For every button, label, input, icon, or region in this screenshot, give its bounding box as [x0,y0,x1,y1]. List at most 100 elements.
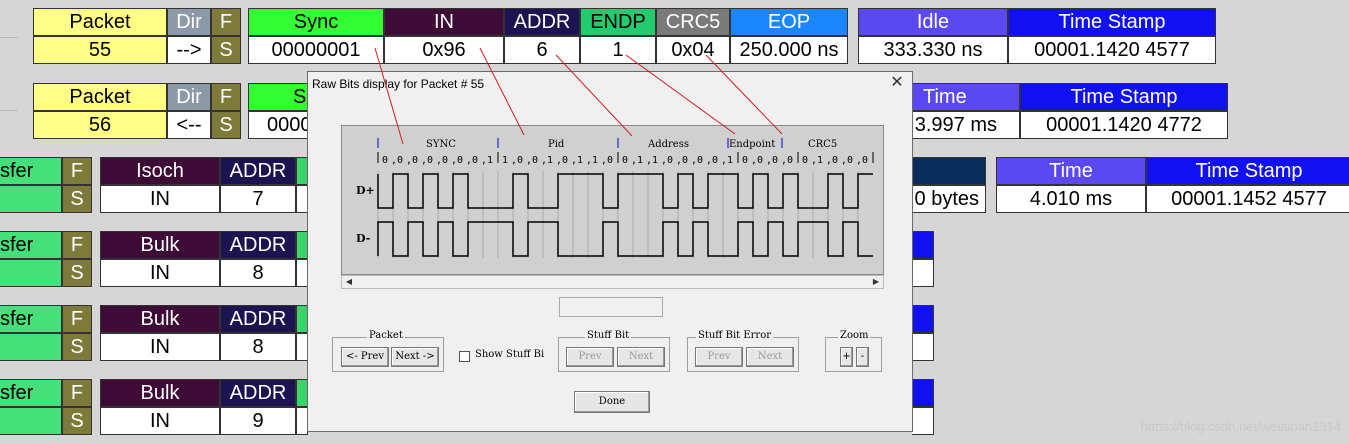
direction-value: IN [100,333,220,361]
bit-label: ,0 [856,155,868,166]
sync-value: 00000001 [248,36,384,64]
bit-label: ,0 [526,155,538,166]
speed-value: S [62,185,92,213]
bit-label: ,0 [436,155,448,166]
dplus-label: D+ [356,184,375,197]
bit-label: 0 [802,155,808,166]
bit-label: ,0 [841,155,853,166]
header-f: F [62,379,92,407]
stuff-bit-error-label: Stuff Bit Error [696,330,773,341]
field-pid: Pid [548,139,565,150]
bit-label: ,0 [511,155,523,166]
header-addr: ADDR [220,305,296,333]
header-packet: Packet [33,83,167,111]
field-endpoint: Endpoint [729,139,775,150]
timestamp-value: 00001.1420 4577 [1008,36,1216,64]
transfer-cell [0,333,62,361]
bit-label: ,0 [466,155,478,166]
speed-value: S [62,407,92,435]
header-packet: Packet [33,8,167,36]
bit-label: ,0 [706,155,718,166]
bit-label: ,0 [556,155,568,166]
done-button[interactable]: Done [574,391,650,413]
header-sync: Sync [248,8,384,36]
error-next-button[interactable]: Next [746,347,794,367]
sync-value: 0000 [248,111,308,139]
header-time: Time [996,157,1146,185]
field-address: Address [647,139,689,150]
header-timestamp: Time Stamp [1146,157,1349,185]
header-isoch: Isoch [100,157,220,185]
time-value: 3.997 ms [900,111,1020,139]
pid-value: 0x96 [384,36,504,64]
packet-number: 56 [33,111,167,139]
timestamp-value: 00001.1452 4577 [1146,185,1349,213]
crc5-value: 0x04 [656,36,730,64]
header-bulk: Bulk [100,231,220,259]
header-f: F [62,157,92,185]
header-timestamp-edge [912,305,934,333]
stuff-prev-button[interactable]: Prev [566,347,614,367]
direction-value: IN [100,259,220,287]
error-prev-button[interactable]: Prev [695,347,743,367]
bit-label: ,0 [826,155,838,166]
stuff-bit-group-label: Stuff Bit [585,330,632,341]
bit-label: ,0 [451,155,463,166]
speed-value: S [211,36,241,64]
dplus-trace [377,173,873,209]
bit-labels: 0,0,0,0,0,0,0,1 1,0,0,1,0,1,1,0 0,1,1,0,0,… [382,155,868,166]
eop-value: 250.000 ns [730,36,848,64]
zoom-group: Zoom + - [825,330,882,372]
stuff-next-button[interactable]: Next [617,347,665,367]
bit-label: ,0 [406,155,418,166]
bit-label: ,0 [421,155,433,166]
dir-value: --> [167,36,211,64]
bit-label: ,1 [571,155,583,166]
header-addr: ADDR [504,8,580,36]
close-icon[interactable]: ✕ [888,74,906,92]
bit-label: ,1 [721,155,733,166]
show-stuff-bits-checkbox[interactable] [459,351,470,362]
bit-label: 0 [622,155,628,166]
next-packet-button[interactable]: Next -> [391,347,439,367]
direction-value: IN [100,185,220,213]
bit-label: 0 [742,155,748,166]
header-transfer: sfer [0,305,62,333]
header-timestamp-edge [912,231,934,259]
header-timestamp: Time Stamp [1020,83,1228,111]
bit-label: ,0 [676,155,688,166]
dminus-label: D- [356,232,370,245]
speed-value: S [62,333,92,361]
bit-label: 1 [502,155,508,166]
raw-bits-dialog[interactable]: Raw Bits display for Packet # 55 ✕ SYNC … [307,71,913,432]
packet-group-label: Packet [367,330,405,341]
scroll-left-icon[interactable]: ◀ [343,276,355,288]
bit-label: ,1 [586,155,598,166]
zoom-in-button[interactable]: + [840,347,853,367]
zoom-out-button[interactable]: - [856,347,869,367]
scroll-right-icon[interactable]: ▶ [870,276,882,288]
status-box [559,297,663,317]
speed-value: S [211,111,241,139]
bit-label: ,1 [541,155,553,166]
addr-value: 7 [220,185,296,213]
addr-value: 8 [220,259,296,287]
horizontal-scrollbar[interactable]: ◀ ▶ [341,275,884,289]
waveform-panel: SYNC Pid Address Endpoint CRC5 0,0,0,0,0… [341,125,884,275]
header-f: F [211,83,241,111]
header-endp: ENDP [580,8,656,36]
transfer-cell [0,407,62,435]
bit-label: ,0 [766,155,778,166]
dminus-trace [377,221,873,257]
header-dir: Dir [167,83,211,111]
stuff-bit-group: Stuff Bit Prev Next [558,330,670,372]
bit-label: ,1 [631,155,643,166]
header-timestamp: Time Stamp [1008,8,1216,36]
header-addr: ADDR [220,379,296,407]
timestamp-edge [912,333,934,361]
bit-label: 0 [382,155,388,166]
timestamp-edge [912,259,934,287]
prev-packet-button[interactable]: <- Prev [341,347,389,367]
header-in: IN [384,8,504,36]
addr-value: 8 [220,333,296,361]
